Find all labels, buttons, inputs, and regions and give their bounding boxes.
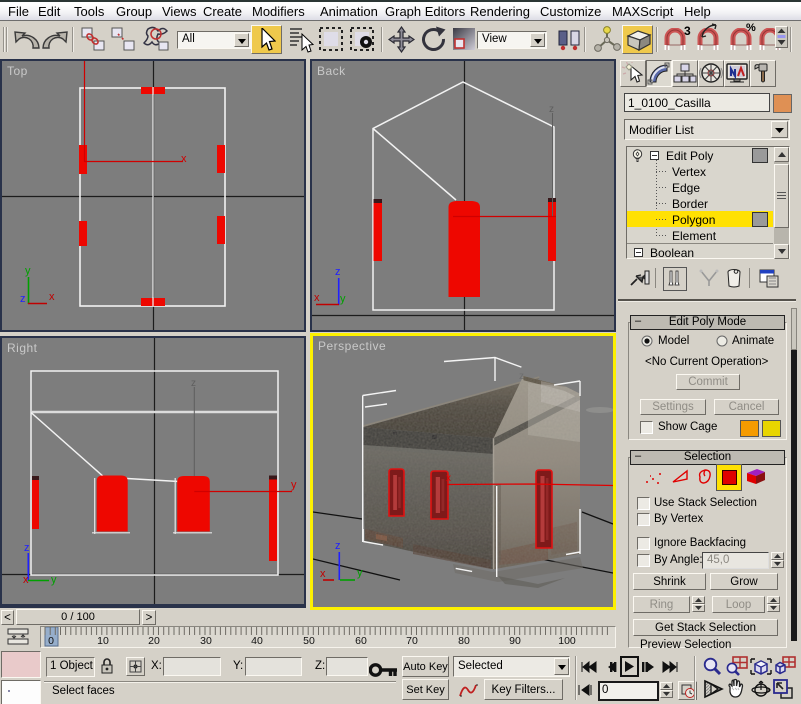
svg-text:y: y (51, 574, 57, 586)
svg-text:z: z (20, 293, 26, 305)
svg-text:20: 20 (148, 635, 160, 647)
svg-text:30: 30 (200, 635, 212, 647)
svg-text:70: 70 (406, 635, 418, 647)
svg-text:z: z (191, 378, 196, 389)
svg-text:z: z (335, 540, 341, 552)
svg-text:z: z (519, 371, 524, 382)
svg-text:40: 40 (251, 635, 263, 647)
svg-text:60: 60 (355, 635, 367, 647)
svg-text:100: 100 (558, 635, 576, 647)
svg-text:x: x (23, 574, 29, 586)
svg-text:90: 90 (509, 635, 521, 647)
svg-text:x: x (314, 292, 320, 304)
svg-text:y: y (291, 479, 297, 491)
svg-text:80: 80 (458, 635, 470, 647)
svg-text:x: x (181, 153, 187, 165)
svg-text:x: x (446, 473, 451, 484)
svg-text:y: y (357, 567, 363, 579)
svg-text:z: z (549, 104, 554, 115)
svg-text:x: x (49, 291, 55, 303)
svg-text:10: 10 (97, 635, 109, 647)
svg-text:x: x (320, 568, 326, 580)
svg-text:0: 0 (48, 635, 54, 647)
svg-text:y: y (340, 293, 346, 305)
svg-text:z: z (24, 542, 30, 554)
svg-text:z: z (335, 266, 341, 278)
svg-text:y: y (25, 265, 31, 277)
svg-text:50: 50 (303, 635, 315, 647)
